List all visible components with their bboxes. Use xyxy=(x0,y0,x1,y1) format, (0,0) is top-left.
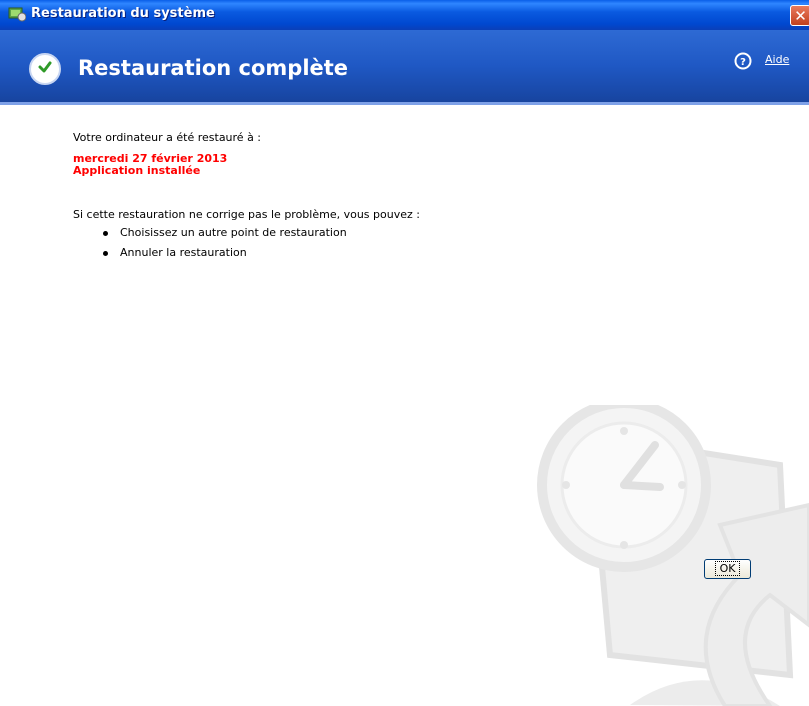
header-band: Restauration complète ? Aide xyxy=(0,30,809,102)
close-icon: ✕ xyxy=(794,7,807,25)
restore-event: Application installée xyxy=(73,164,201,177)
close-button[interactable]: ✕ xyxy=(790,5,809,26)
restore-note: Si cette restauration ne corrige pas le … xyxy=(73,208,420,221)
bullet-icon xyxy=(103,230,108,236)
restore-clock-watermark xyxy=(537,405,809,706)
success-check-icon xyxy=(29,53,61,85)
page-title: Restauration complète xyxy=(78,56,349,80)
option-label: Annuler la restauration xyxy=(120,246,247,259)
ok-button[interactable]: OK xyxy=(704,559,751,579)
option-label: Choisissez un autre point de restauratio… xyxy=(120,226,347,239)
option-undo-restore[interactable]: Annuler la restauration xyxy=(103,246,247,259)
system-restore-app-icon xyxy=(8,7,26,22)
help-link[interactable]: Aide xyxy=(765,53,789,66)
option-choose-other-point[interactable]: Choisissez un autre point de restauratio… xyxy=(103,226,347,239)
title-bar[interactable]: Restauration du système ✕ xyxy=(0,0,809,30)
content-area: Votre ordinateur a été restauré à : merc… xyxy=(0,105,809,706)
svg-text:?: ? xyxy=(740,57,746,68)
bullet-icon xyxy=(103,250,108,256)
window-title: Restauration du système xyxy=(31,6,215,21)
restored-label: Votre ordinateur a été restauré à : xyxy=(73,131,262,144)
ok-button-label: OK xyxy=(714,561,741,576)
help-icon[interactable]: ? xyxy=(734,52,752,70)
